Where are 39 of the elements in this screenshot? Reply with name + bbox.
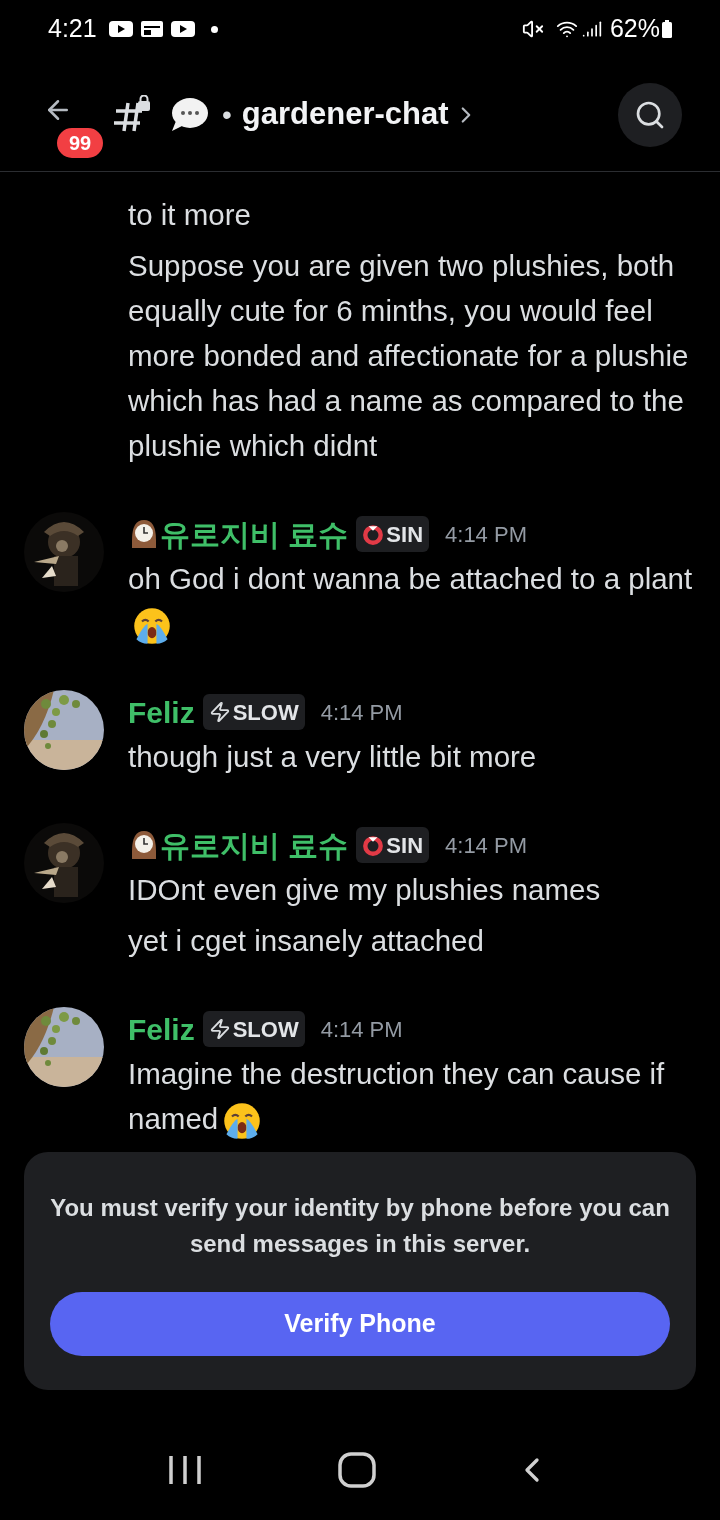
message-text: though just a very little bit more (128, 739, 537, 776)
message-text: oh God i dont wanna be attached to a plant (128, 556, 696, 647)
verify-notice: You must verify your identity by phone before you can send messages in this server. (50, 1193, 670, 1259)
message-time: 4:14 PM (320, 698, 403, 727)
tag-label: SLOW (232, 698, 299, 727)
username[interactable]: Feliz (128, 1006, 195, 1052)
tag-label: SIN (386, 520, 424, 549)
lightning-icon (208, 701, 231, 724)
play-icon (170, 21, 195, 37)
username[interactable]: Feliz (128, 689, 195, 735)
message-text: Suppose you are given two plushies, both equally cute for 6 minths, you would feel more bonded and affectionate for a plushie which has had a name as compared to the plushie which didnt (128, 248, 690, 464)
home-icon[interactable] (338, 1452, 376, 1488)
battery-percent: 62% (609, 13, 660, 45)
lightning-icon (208, 1018, 231, 1041)
separator-dot: • (222, 97, 232, 132)
battery-icon (662, 20, 672, 38)
calendar-icon (140, 21, 163, 37)
crying-face-icon (222, 1101, 263, 1142)
username[interactable]: 유로지비 료슈 (160, 822, 349, 868)
message-text: Imagine the destruction they can cause if named (128, 1051, 696, 1142)
tag-label: SLOW (232, 1015, 299, 1044)
message-time: 4:14 PM (320, 1015, 403, 1044)
message-time: 4:14 PM (445, 520, 527, 549)
recents-icon[interactable] (168, 1454, 202, 1486)
message-text: IDOnt even give my plushies names (128, 872, 601, 909)
status-time: 4:21 (48, 13, 97, 45)
message-text: to it more (128, 197, 252, 233)
channel-name[interactable]: gardener-chat (241, 91, 449, 138)
message-time: 4:14 PM (445, 831, 527, 860)
crying-face-icon (132, 606, 172, 647)
ring-icon (362, 523, 385, 545)
ring-icon (362, 834, 385, 857)
signal-icon (581, 19, 602, 39)
message-text: yet i cget insanely attached (128, 923, 485, 960)
verify-phone-button[interactable]: Verify Phone (50, 1292, 670, 1356)
username[interactable]: 유로지비 료슈 (160, 511, 349, 557)
tag-label: SIN (386, 831, 424, 860)
mute-icon (521, 18, 544, 40)
play-icon (108, 21, 133, 37)
